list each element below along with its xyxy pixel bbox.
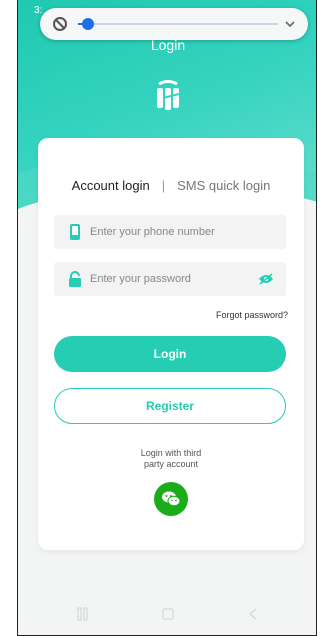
lock-icon [69,271,81,287]
recent-apps-icon[interactable] [76,607,90,621]
login-tabs: Account login | SMS quick login [38,178,304,193]
third-party-label: Login with third party account [38,448,304,470]
back-icon[interactable] [246,607,260,621]
third-party-line-2: party account [143,459,199,469]
phone-field[interactable] [54,215,286,249]
tab-sms-login[interactable]: SMS quick login [177,178,270,193]
password-input[interactable] [90,262,260,296]
tab-account-login[interactable]: Account login [72,178,150,193]
volume-knob[interactable] [82,18,94,30]
wechat-icon [162,491,181,507]
home-icon[interactable] [161,607,175,621]
volume-control[interactable] [40,8,308,40]
status-time: 3: [34,5,43,16]
volume-slider[interactable] [78,18,278,30]
chevron-down-icon[interactable] [282,16,298,32]
eye-icon[interactable] [258,273,274,285]
password-field[interactable] [54,262,286,296]
phone-frame: 3: Login Account login | SMS quick login [17,0,317,636]
navigation-bar [18,591,316,635]
phone-input[interactable] [90,215,260,249]
page-title: Login [150,37,186,53]
app-logo-icon [157,80,180,110]
login-card: Account login | SMS quick login Forgot pas… [38,138,304,550]
phone-icon [70,224,80,240]
forgot-password-link[interactable]: Forgot password? [216,310,288,320]
tab-separator: | [161,178,166,193]
login-button[interactable]: Login [54,336,286,372]
third-party-line-1: Login with third [140,448,202,458]
wechat-login-button[interactable] [154,482,188,516]
register-button[interactable]: Register [54,388,286,424]
mute-icon[interactable] [52,16,68,32]
